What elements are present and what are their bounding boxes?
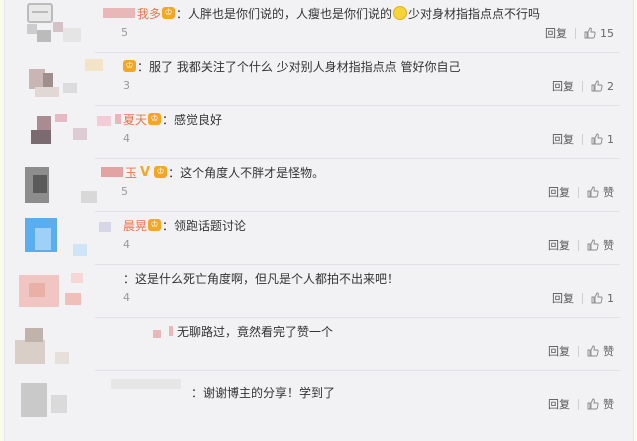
comment-row: 夏天 ♔ ：感觉良好 4 回复 1 [15, 106, 620, 159]
comment-text: 无聊路过，竟然看完了赞一个 [177, 324, 334, 339]
comment-actions: 回复 1 [552, 131, 614, 147]
like-count[interactable]: 赞 [603, 396, 614, 412]
comment-text: ：服了 我都关注了个什么 少对别人身材指指点点 管好你自己 [137, 59, 461, 74]
comment-text: ：领跑话题讨论 [162, 218, 247, 233]
thumb-up-icon[interactable] [587, 345, 599, 357]
comment-text-cont: 少对身材指指点点不行吗 [408, 6, 541, 21]
comment-row: ：谢谢博主的分享！学到了 回复 赞 [15, 371, 620, 424]
reply-button[interactable]: 回复 [548, 237, 570, 253]
reply-button[interactable]: 回复 [548, 343, 570, 359]
comment-row: ：这是什么死亡角度啊，但凡是个人都拍不出来吧！ 4 回复 1 [15, 265, 620, 318]
divider [578, 239, 579, 251]
username-blur[interactable] [169, 326, 173, 336]
divider [582, 292, 583, 304]
username[interactable]: 夏天 [123, 111, 147, 128]
username[interactable]: 我多 [137, 5, 161, 22]
comment-actions: 回复 1 [552, 290, 614, 306]
thumb-up-icon[interactable] [584, 27, 596, 39]
avatar[interactable] [15, 22, 115, 50]
thumb-up-icon[interactable] [587, 398, 599, 410]
vip-badge-icon: ♔ [148, 219, 162, 231]
avatar[interactable] [15, 377, 195, 421]
comment-row: ♔ ：服了 我都关注了个什么 少对别人身材指指点点 管好你自己 3 回复 2 [15, 53, 620, 106]
comment-line: 无聊路过，竟然看完了赞一个 [169, 322, 333, 340]
like-count[interactable]: 1 [607, 133, 614, 146]
comment-time: 4 [123, 291, 130, 304]
thumb-up-icon[interactable] [591, 292, 603, 304]
reply-button[interactable]: 回复 [548, 184, 570, 200]
comment-text: ：感觉良好 [162, 112, 223, 127]
comment-actions: 回复 赞 [548, 237, 614, 253]
like-count[interactable]: 15 [600, 27, 614, 40]
comment-row: 玉 V ♔ ：这个角度人不胖才是怪物。 5 回复 赞 [15, 159, 620, 212]
comment-text: ：这个角度人不胖才是怪物。 [168, 165, 325, 180]
reply-button[interactable]: 回复 [545, 25, 567, 41]
comment-line: 玉 V ♔ ：这个角度人不胖才是怪物。 [101, 163, 324, 181]
comment-actions: 回复 赞 [548, 343, 614, 359]
comment-time: 5 [121, 26, 128, 39]
comment-line: ：谢谢博主的分享！学到了 [191, 383, 335, 401]
reply-button[interactable]: 回复 [552, 290, 574, 306]
verified-v-icon: V [140, 164, 151, 180]
comment-line: 晨晃 ♔ ：领跑话题讨论 [123, 216, 246, 234]
divider [582, 133, 583, 145]
thumb-up-icon[interactable] [591, 133, 603, 145]
avatar[interactable] [15, 165, 115, 209]
comment-actions: 回复 赞 [548, 396, 614, 412]
vip-badge-icon: ♔ [123, 60, 136, 72]
vip-badge-icon: ♔ [154, 166, 168, 178]
reply-button[interactable]: 回复 [548, 396, 570, 412]
comment-line: ♔ ：服了 我都关注了个什么 少对别人身材指指点点 管好你自己 [122, 57, 460, 75]
comment-text: ：谢谢博主的分享！学到了 [191, 385, 336, 400]
like-count[interactable]: 赞 [603, 237, 614, 253]
like-count[interactable]: 赞 [603, 343, 614, 359]
avatar[interactable] [15, 324, 165, 368]
reply-button[interactable]: 回复 [552, 131, 574, 147]
avatar[interactable] [15, 112, 115, 156]
comment-line: 我多 ♔ ：人胖也是你们说的，人瘦也是你们说的 少对身材指指点点不行吗 [103, 4, 540, 22]
divider [575, 27, 576, 39]
divider [578, 398, 579, 410]
thumb-up-icon[interactable] [587, 186, 599, 198]
comment-row: 无聊路过，竟然看完了赞一个 回复 赞 [15, 318, 620, 371]
comment-list: 我多 ♔ ：人胖也是你们说的，人瘦也是你们说的 少对身材指指点点不行吗 5 回复… [4, 0, 634, 441]
comment-time: 4 [123, 238, 130, 251]
username[interactable]: 晨晃 [123, 217, 147, 234]
username-blur[interactable] [115, 114, 121, 124]
username[interactable]: 玉 [125, 164, 137, 181]
thumb-up-icon[interactable] [587, 239, 599, 251]
divider [578, 186, 579, 198]
comment-actions: 回复 赞 [548, 184, 614, 200]
avatar[interactable] [15, 218, 115, 262]
like-count[interactable]: 赞 [603, 184, 614, 200]
comment-actions: 回复 2 [552, 78, 614, 94]
smile-emoji-icon [393, 6, 408, 20]
comment-time: 5 [121, 185, 128, 198]
comment-line: ：这是什么死亡角度啊，但凡是个人都拍不出来吧！ [123, 269, 399, 287]
comment-line: 夏天 ♔ ：感觉良好 [115, 110, 222, 128]
username-blur[interactable] [101, 167, 123, 177]
like-count[interactable]: 1 [607, 292, 614, 305]
avatar[interactable] [15, 59, 115, 103]
thumb-up-icon[interactable] [591, 80, 603, 92]
comment-time: 3 [123, 79, 130, 92]
vip-badge-icon: ♔ [148, 113, 162, 125]
comment-row: 晨晃 ♔ ：领跑话题讨论 4 回复 赞 [15, 212, 620, 265]
vip-badge-icon: ♔ [162, 7, 176, 19]
comment-text: ：人胖也是你们说的，人瘦也是你们说的 [176, 6, 393, 21]
comment-time: 4 [123, 132, 130, 145]
comment-actions: 回复 15 [545, 25, 614, 41]
divider [582, 80, 583, 92]
reply-button[interactable]: 回复 [552, 78, 574, 94]
comment-text: ：这是什么死亡角度啊，但凡是个人都拍不出来吧！ [123, 271, 400, 286]
avatar[interactable] [15, 271, 115, 315]
comment-row: 我多 ♔ ：人胖也是你们说的，人瘦也是你们说的 少对身材指指点点不行吗 5 回复… [15, 0, 620, 53]
username-blur[interactable] [103, 8, 135, 18]
like-count[interactable]: 2 [607, 80, 614, 93]
divider [578, 345, 579, 357]
image-icon [27, 3, 53, 23]
